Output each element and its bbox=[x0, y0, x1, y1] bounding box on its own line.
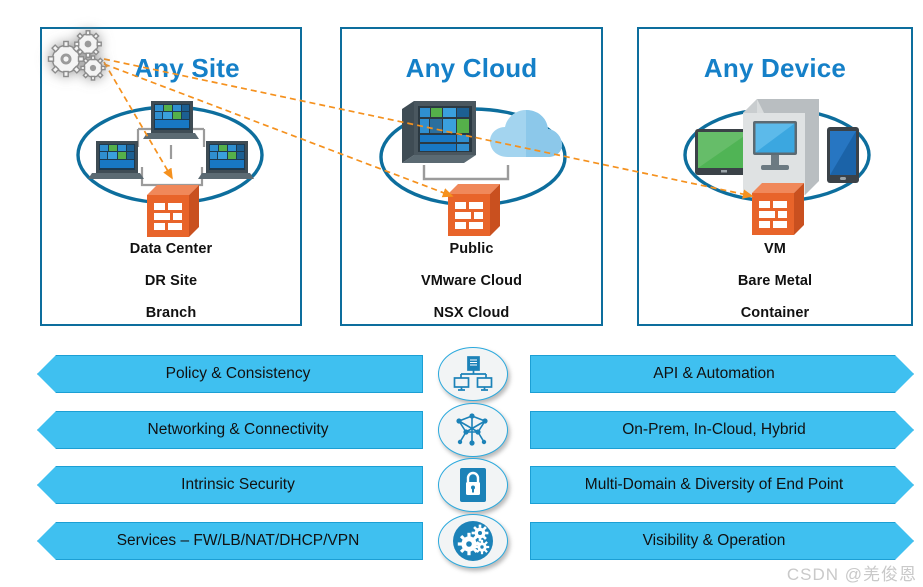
any-site-svg bbox=[76, 101, 264, 237]
capability-right-label-2: Multi-Domain & Diversity of End Point bbox=[584, 476, 844, 493]
capability-right-onprem-incloud-hybrid[interactable]: On-Prem, In-Cloud, Hybrid bbox=[530, 411, 914, 449]
label-vmware-cloud: VMware Cloud bbox=[420, 273, 523, 289]
firewall-icon-device bbox=[752, 183, 804, 235]
diagram-canvas: Any Site Data Center DR Site Branch Any … bbox=[0, 0, 923, 587]
panel-title-any-cloud: Any Cloud bbox=[405, 53, 538, 83]
smartphone-icon bbox=[827, 127, 859, 183]
capability-right-visibility-operation[interactable]: Visibility & Operation bbox=[530, 522, 914, 560]
network-topology-icon bbox=[456, 413, 488, 446]
label-data-center: Data Center bbox=[129, 241, 213, 257]
label-dr-site: DR Site bbox=[144, 273, 198, 289]
panel-title-any-site: Any Site bbox=[134, 53, 240, 83]
padlock-icon bbox=[460, 468, 486, 502]
laptop-icon-left bbox=[88, 141, 144, 179]
capability-left-networking-connectivity[interactable]: Networking & Connectivity bbox=[37, 411, 423, 449]
desktop-monitor-icon bbox=[743, 99, 819, 195]
any-device-labels: VM Bare Metal Container bbox=[639, 233, 911, 329]
policy-document-monitors-icon bbox=[453, 356, 493, 391]
capability-left-label-1: Networking & Connectivity bbox=[147, 421, 329, 438]
label-bare-metal: Bare Metal bbox=[737, 273, 813, 289]
capability-icon-visibility bbox=[438, 514, 508, 568]
any-device-svg bbox=[683, 99, 871, 235]
capability-left-label-3: Services – FW/LB/NAT/DHCP/VPN bbox=[116, 532, 360, 549]
label-container: Container bbox=[740, 305, 810, 321]
capability-left-intrinsic-security[interactable]: Intrinsic Security bbox=[37, 466, 423, 504]
cloud-connector bbox=[422, 165, 510, 181]
gears-icon bbox=[453, 521, 493, 561]
capability-right-label-3: Visibility & Operation bbox=[642, 532, 786, 549]
any-cloud-artwork bbox=[342, 87, 601, 247]
any-cloud-svg bbox=[379, 101, 567, 236]
any-device-artwork bbox=[639, 87, 911, 247]
laptop-icon-right bbox=[198, 141, 254, 179]
any-site-artwork bbox=[42, 87, 300, 247]
capability-icon-policy bbox=[438, 347, 508, 401]
cloud-icon bbox=[490, 110, 562, 157]
capability-icon-networking bbox=[438, 403, 508, 457]
any-site-labels: Data Center DR Site Branch bbox=[42, 233, 300, 329]
capability-right-label-0: API & Automation bbox=[653, 365, 775, 382]
capability-right-api-automation[interactable]: API & Automation bbox=[530, 355, 914, 393]
label-branch: Branch bbox=[145, 305, 197, 321]
capability-right-label-1: On-Prem, In-Cloud, Hybrid bbox=[622, 421, 806, 438]
panel-any-site: Any Site Data Center DR Site Branch bbox=[40, 27, 302, 326]
capability-left-label-0: Policy & Consistency bbox=[165, 365, 311, 382]
capability-icon-security bbox=[438, 458, 508, 512]
label-nsx-cloud: NSX Cloud bbox=[433, 305, 510, 321]
label-vm: VM bbox=[764, 241, 786, 257]
capability-left-policy-consistency[interactable]: Policy & Consistency bbox=[37, 355, 423, 393]
laptop-icon-top bbox=[143, 101, 199, 139]
panel-any-device: Any Device VM Bare Metal Container bbox=[637, 27, 913, 326]
csdn-watermark: CSDN @羌俊恩 bbox=[786, 565, 917, 584]
capability-left-services[interactable]: Services – FW/LB/NAT/DHCP/VPN bbox=[37, 522, 423, 560]
server-rack-icon bbox=[402, 101, 476, 163]
capability-left-label-2: Intrinsic Security bbox=[181, 476, 295, 493]
firewall-icon-site bbox=[147, 185, 199, 237]
firewall-icon-cloud bbox=[448, 184, 500, 236]
any-cloud-labels: Public VMware Cloud NSX Cloud bbox=[342, 233, 601, 329]
panel-title-any-device: Any Device bbox=[703, 53, 847, 83]
capability-right-multi-domain-diversity[interactable]: Multi-Domain & Diversity of End Point bbox=[530, 466, 914, 504]
label-public: Public bbox=[449, 241, 494, 257]
panel-any-cloud: Any Cloud Public VMware Cloud NSX Cloud bbox=[340, 27, 603, 326]
